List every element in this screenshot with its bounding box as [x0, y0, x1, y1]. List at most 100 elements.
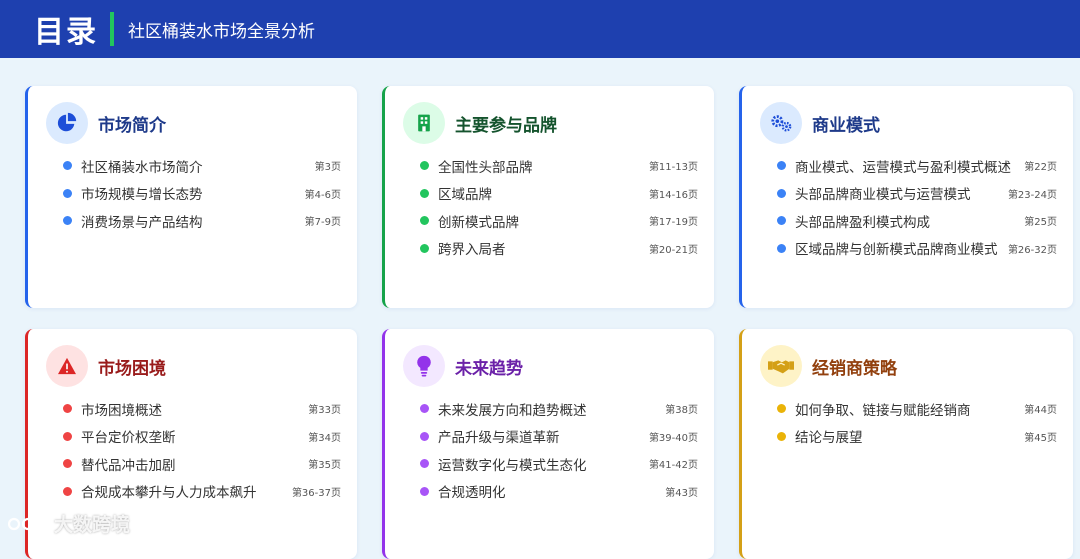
toc-item[interactable]: 头部品牌盈利模式构成 第25页 [777, 207, 1057, 235]
lightbulb-icon [403, 345, 445, 387]
toc-item-label: 未来发展方向和趋势概述 [438, 402, 587, 419]
toc-item-page: 第34页 [308, 432, 341, 444]
toc-item-page: 第41-42页 [648, 460, 698, 472]
toc-item[interactable]: 如何争取、链接与赋能经销商 第44页 [777, 395, 1057, 423]
toc-item-label: 如何争取、链接与赋能经销商 [795, 402, 971, 419]
bullet-dot [777, 188, 786, 198]
toc-item-label: 创新模式品牌 [438, 214, 519, 231]
toc-item-page: 第43页 [665, 487, 698, 499]
toc-item-page: 第20-21页 [648, 244, 698, 256]
toc-item-page: 第22页 [1024, 162, 1057, 174]
section-card-future-trends[interactable]: 未来趋势 未来发展方向和趋势概述 第38页 产品升级与渠道革新 第39-40页 … [382, 329, 714, 559]
page-title: 目录 [34, 15, 98, 50]
section-title: 商业模式 [812, 115, 880, 136]
section-title: 主要参与品牌 [455, 115, 557, 136]
bullet-dot [420, 404, 429, 414]
toc-item-label: 运营数字化与模式生态化 [438, 457, 587, 474]
toc-item[interactable]: 市场困境概述 第33页 [63, 395, 341, 423]
toc-item-page: 第3页 [314, 162, 341, 174]
bullet-dot [63, 188, 72, 198]
toc-item-label: 结论与展望 [795, 430, 863, 447]
toc-item[interactable]: 结论与展望 第45页 [777, 423, 1057, 451]
bullet-dot [63, 216, 72, 226]
toc-item-page: 第14-16页 [648, 189, 698, 201]
section-card-main-brands[interactable]: 主要参与品牌 全国性头部品牌 第11-13页 区域品牌 第14-16页 创新模式… [382, 86, 714, 308]
section-card-business-model[interactable]: 商业模式 商业模式、运营模式与盈利模式概述 第22页 头部品牌商业模式与运营模式… [739, 86, 1073, 308]
toc-item[interactable]: 全国性头部品牌 第11-13页 [420, 152, 698, 180]
bullet-dot [777, 404, 786, 414]
toc-item[interactable]: 合规透明化 第43页 [420, 478, 698, 506]
handshake-icon [760, 345, 802, 387]
toc-item-label: 区域品牌 [438, 187, 492, 204]
toc-item-label: 全国性头部品牌 [438, 159, 533, 176]
toc-item[interactable]: 头部品牌商业模式与运营模式 第23-24页 [777, 180, 1057, 208]
watermark-text: 大数跨境 [54, 514, 131, 536]
section-title: 经销商策略 [812, 358, 897, 379]
toc-item-label: 头部品牌商业模式与运营模式 [795, 187, 971, 204]
toc-item-label: 消费场景与产品结构 [81, 214, 203, 231]
toc-item-page: 第35页 [308, 460, 341, 472]
bullet-dot [63, 431, 72, 441]
toc-item[interactable]: 区域品牌 第14-16页 [420, 180, 698, 208]
bullet-dot [63, 459, 72, 469]
toc-item-page: 第33页 [308, 405, 341, 417]
bullet-dot [777, 216, 786, 226]
toc-item[interactable]: 未来发展方向和趋势概述 第38页 [420, 395, 698, 423]
toc-item-label: 市场困境概述 [81, 402, 162, 419]
toc-item-page: 第39-40页 [648, 432, 698, 444]
bullet-dot [63, 404, 72, 414]
bullet-dot [63, 161, 72, 171]
toc-item-page: 第7-9页 [304, 217, 341, 229]
toc-item-page: 第25页 [1024, 217, 1057, 229]
bullet-dot [420, 161, 429, 171]
toc-item[interactable]: 商业模式、运营模式与盈利模式概述 第22页 [777, 152, 1057, 180]
toc-item-page: 第45页 [1024, 432, 1057, 444]
toc-item[interactable]: 社区桶装水市场简介 第3页 [63, 152, 341, 180]
toc-item-label: 合规成本攀升与人力成本飙升 [81, 485, 257, 502]
bullet-dot [420, 188, 429, 198]
bullet-dot [420, 459, 429, 469]
toc-item-page: 第4-6页 [304, 189, 341, 201]
bullet-dot [420, 431, 429, 441]
toc-item-page: 第26-32页 [1007, 244, 1057, 256]
toc-item[interactable]: 市场规模与增长态势 第4-6页 [63, 180, 341, 208]
toc-item-label: 替代品冲击加剧 [81, 457, 176, 474]
toc-item-label: 社区桶装水市场简介 [81, 159, 203, 176]
bullet-dot [420, 216, 429, 226]
toc-item-label: 商业模式、运营模式与盈利模式概述 [795, 159, 1011, 176]
bullet-dot [777, 431, 786, 441]
toc-item[interactable]: 运营数字化与模式生态化 第41-42页 [420, 450, 698, 478]
toc-item[interactable]: 消费场景与产品结构 第7-9页 [63, 207, 341, 235]
page-subtitle: 社区桶装水市场全景分析 [128, 21, 315, 42]
warning-icon [46, 345, 88, 387]
bullet-dot [777, 243, 786, 253]
toc-item[interactable]: 区域品牌与创新模式品牌商业模式 第26-32页 [777, 235, 1057, 263]
section-title: 未来趋势 [455, 358, 523, 379]
title-accent-bar [110, 12, 114, 46]
building-icon [403, 102, 445, 144]
pie-chart-icon [46, 102, 88, 144]
toc-item-label: 市场规模与增长态势 [81, 187, 203, 204]
toc-item-page: 第11-13页 [648, 162, 698, 174]
toc-item-label: 头部品牌盈利模式构成 [795, 214, 930, 231]
section-title: 市场困境 [98, 358, 166, 379]
toc-item[interactable]: 平台定价权垄断 第34页 [63, 423, 341, 451]
toc-item[interactable]: 替代品冲击加剧 第35页 [63, 450, 341, 478]
toc-item-page: 第38页 [665, 405, 698, 417]
toc-item[interactable]: 跨界入局者 第20-21页 [420, 235, 698, 263]
section-card-market-intro[interactable]: 市场简介 社区桶装水市场简介 第3页 市场规模与增长态势 第4-6页 消费场景与… [25, 86, 357, 308]
toc-item[interactable]: 创新模式品牌 第17-19页 [420, 207, 698, 235]
section-card-dealer-strategy[interactable]: 经销商策略 如何争取、链接与赋能经销商 第44页 结论与展望 第45页 [739, 329, 1073, 559]
bullet-dot [420, 243, 429, 253]
toc-item[interactable]: 产品升级与渠道革新 第39-40页 [420, 423, 698, 451]
toc-item-label: 合规透明化 [438, 485, 506, 502]
gears-icon [760, 102, 802, 144]
section-title: 市场简介 [98, 115, 166, 136]
toc-item-label: 平台定价权垄断 [81, 430, 176, 447]
bullet-dot [777, 161, 786, 171]
toc-item-page: 第17-19页 [648, 217, 698, 229]
bullet-dot [420, 486, 429, 496]
toc-item[interactable]: 合规成本攀升与人力成本飙升 第36-37页 [63, 478, 341, 506]
watermark: 大数跨境 [8, 510, 130, 537]
bullet-dot [63, 486, 72, 496]
